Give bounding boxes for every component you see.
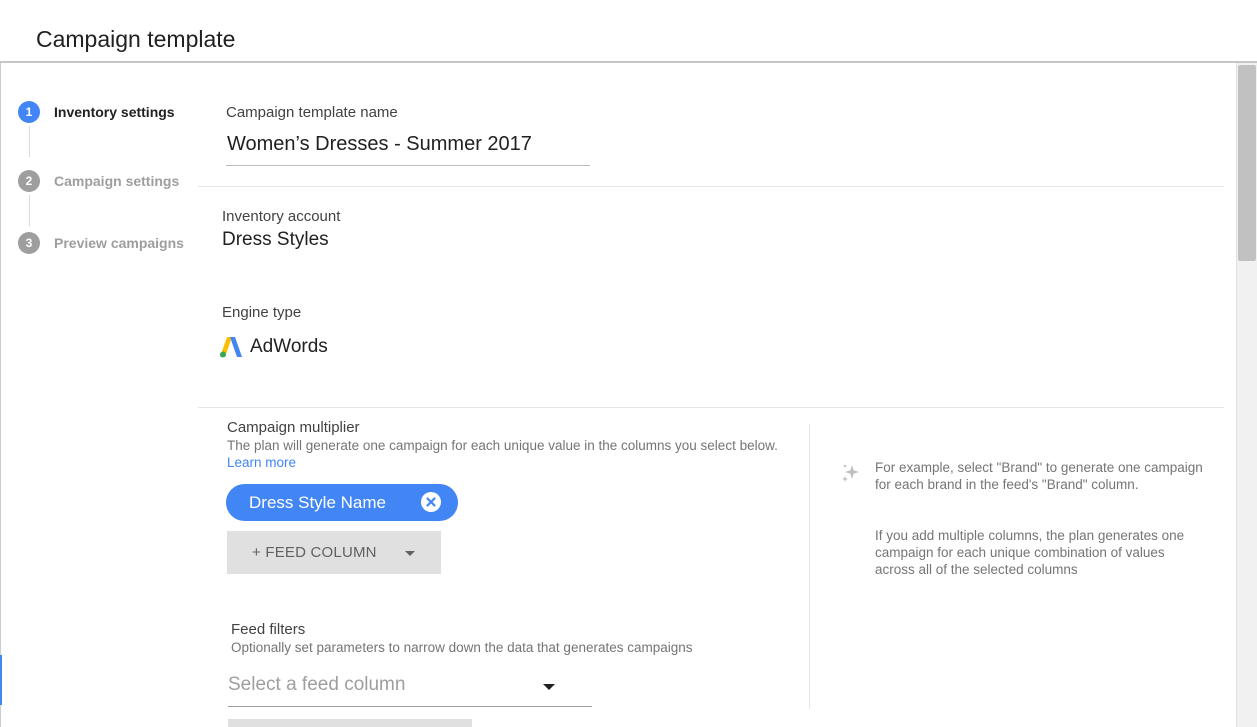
step-number: 3 (18, 232, 40, 254)
scrollbar-thumb[interactable] (1238, 65, 1256, 261)
scrollbar[interactable] (1236, 63, 1257, 727)
step-label: Campaign settings (54, 173, 180, 189)
description-text: The plan will generate one campaign for … (227, 438, 778, 453)
page-title: Campaign template (36, 26, 236, 52)
adwords-logo-icon (220, 337, 242, 358)
help-text-example: For example, select "Brand" to generate … (875, 460, 1203, 492)
step-label: Inventory settings (54, 104, 175, 120)
step-preview-campaigns[interactable]: 3 Preview campaigns (18, 232, 184, 254)
template-name-input[interactable]: Women’s Dresses - Summer 2017 (227, 133, 532, 156)
sparkle-icon (842, 464, 859, 482)
step-connector (29, 195, 30, 226)
engine-type-label: Engine type (222, 304, 302, 321)
feed-filters-title: Feed filters (231, 621, 306, 638)
engine-type-text: AdWords (250, 336, 328, 357)
step-campaign-settings[interactable]: 2 Campaign settings (18, 170, 179, 192)
feed-column-select[interactable]: Select a feed column (228, 674, 592, 707)
step-number: 1 (18, 101, 40, 123)
step-inventory-settings[interactable]: 1 Inventory settings (18, 101, 175, 123)
inventory-account-value: Dress Styles (222, 229, 329, 250)
template-name-label: Campaign template name (226, 104, 398, 121)
learn-more-link[interactable]: Learn more (227, 455, 296, 470)
feed-filters-description: Optionally set parameters to narrow down… (231, 640, 693, 655)
close-icon[interactable] (421, 492, 441, 512)
vertical-divider (809, 424, 810, 709)
campaign-multiplier-description: The plan will generate one campaign for … (227, 437, 787, 471)
title-bar: Campaign template (0, 0, 1257, 63)
chip-label: Dress Style Name (249, 492, 386, 512)
chevron-down-icon (405, 551, 415, 556)
add-feed-column-label: + FEED COLUMN (252, 544, 377, 561)
feed-column-chip[interactable]: Dress Style Name (226, 484, 458, 521)
inventory-account-label: Inventory account (222, 208, 341, 225)
help-text-multiple: If you add multiple columns, the plan ge… (875, 528, 1185, 577)
add-feed-column-button[interactable]: + FEED COLUMN (227, 531, 441, 574)
template-name-underline (226, 165, 590, 166)
section-divider (198, 186, 1224, 187)
engine-type-value: AdWords (220, 336, 328, 358)
select-placeholder: Select a feed column (228, 674, 406, 695)
section-divider (198, 407, 1224, 408)
step-number: 2 (18, 170, 40, 192)
step-label: Preview campaigns (54, 235, 184, 251)
window-left-edge (0, 0, 1, 727)
step-connector (29, 126, 30, 157)
campaign-multiplier-title: Campaign multiplier (227, 419, 360, 436)
chevron-down-icon (543, 684, 555, 690)
next-section-button[interactable] (228, 719, 472, 727)
left-focus-accent (0, 655, 2, 705)
